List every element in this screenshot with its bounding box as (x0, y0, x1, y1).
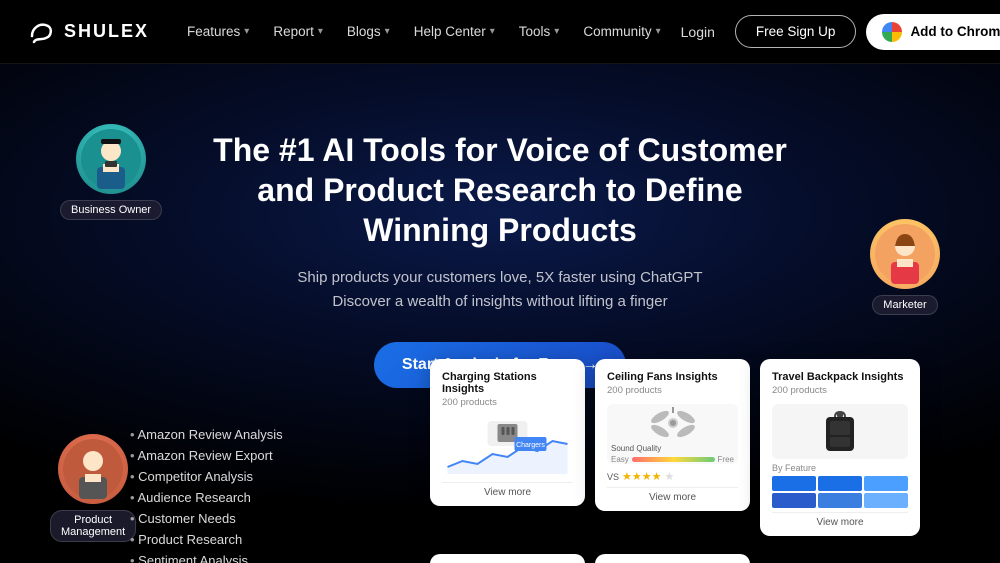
chrome-icon (882, 22, 902, 42)
cards-area: Charging Stations Insights 200 products (430, 359, 920, 536)
feature-list: Amazon Review Analysis Amazon Review Exp… (130, 424, 283, 563)
chevron-down-icon: ▾ (656, 26, 661, 37)
logo-text: SHULEX (64, 21, 149, 42)
list-item: Sentiment Analysis (130, 550, 283, 563)
chevron-down-icon: ▾ (554, 26, 559, 37)
fan-svg (648, 405, 698, 440)
camera-insights-card[interactable]: Camera Insights (595, 554, 750, 563)
logo-icon (24, 16, 56, 48)
hero-section: Business Owner Marketer Product (0, 64, 1000, 563)
list-item: Audience Research (130, 487, 283, 508)
charging-stations-card[interactable]: Charging Stations Insights 200 products (430, 359, 585, 506)
list-item: Amazon Review Export (130, 445, 283, 466)
chevron-down-icon: ▾ (490, 26, 495, 37)
free-signup-button[interactable]: Free Sign Up (735, 15, 857, 48)
nav-right: Login Free Sign Up Add to Chrome (671, 14, 1000, 50)
cards-row2: Baby Bouncer Insights 200 products Camer… (430, 554, 750, 563)
product-mgmt-label: Product Management (50, 510, 136, 542)
marketer-avatar-img (875, 224, 935, 284)
card-products: 200 products (442, 397, 573, 408)
travel-backpack-card[interactable]: Travel Backpack Insights 200 products By… (760, 359, 920, 536)
card-products: 200 products (607, 385, 738, 396)
by-feature-label: By Feature (772, 463, 908, 473)
avatar-marketer: Marketer (870, 219, 940, 315)
marketer-label: Marketer (872, 295, 937, 315)
rating-row: VS ★★★★★ (607, 470, 738, 483)
avatar-product-management: Product Management (50, 434, 136, 542)
list-item: Customer Needs (130, 508, 283, 529)
list-item: Competitor Analysis (130, 466, 283, 487)
hero-subtitle: Ship products your customers love, 5X fa… (40, 266, 960, 314)
svg-text:Chargers: Chargers (516, 442, 545, 449)
nav-item-helpcenter[interactable]: Help Center ▾ (404, 18, 505, 45)
card-title: Charging Stations Insights (442, 371, 573, 395)
card-title: Ceiling Fans Insights (607, 371, 738, 383)
hero-title: The #1 AI Tools for Voice of Customer an… (200, 130, 800, 250)
hero-center: The #1 AI Tools for Voice of Customer an… (40, 100, 960, 388)
list-item: Amazon Review Analysis (130, 424, 283, 445)
avatar-circle (870, 219, 940, 289)
nav-item-community[interactable]: Community ▾ (573, 18, 670, 45)
ceiling-fans-card[interactable]: Ceiling Fans Insights 200 products Sound… (595, 359, 750, 511)
business-owner-label: Business Owner (60, 200, 162, 220)
chevron-down-icon: ▾ (244, 26, 249, 37)
chevron-down-icon: ▾ (385, 26, 390, 37)
avatar-circle (76, 124, 146, 194)
feature-blocks (772, 476, 908, 508)
chart-svg: Chargers (442, 419, 573, 474)
add-chrome-button[interactable]: Add to Chrome (866, 14, 1000, 50)
nav-item-report[interactable]: Report ▾ (263, 18, 333, 45)
nav-item-blogs[interactable]: Blogs ▾ (337, 18, 400, 45)
nav-links: Features ▾ Report ▾ Blogs ▾ Help Center … (177, 18, 671, 45)
card-view-more: View more (607, 487, 738, 503)
list-item: Product Research (130, 529, 283, 550)
card-view-more: View more (442, 482, 573, 498)
nav-item-tools[interactable]: Tools ▾ (509, 18, 570, 45)
quality-section: Sound Quality Easy Free (607, 444, 738, 464)
baby-bouncer-card[interactable]: Baby Bouncer Insights 200 products (430, 554, 585, 563)
ceiling-fan-content: Sound Quality Easy Free (607, 404, 738, 464)
avatar-circle (58, 434, 128, 504)
charging-station-chart: Chargers (442, 416, 573, 476)
card-view-more: View more (772, 512, 908, 528)
navbar: SHULEX Features ▾ Report ▾ Blogs ▾ Help … (0, 0, 1000, 64)
backpack-svg (820, 409, 860, 454)
chevron-down-icon: ▾ (318, 26, 323, 37)
nav-item-features[interactable]: Features ▾ (177, 18, 259, 45)
avatar-business-owner: Business Owner (60, 124, 162, 220)
logo[interactable]: SHULEX (24, 16, 149, 48)
product-mgmt-avatar-img (63, 439, 123, 499)
business-owner-avatar-img (81, 129, 141, 189)
login-link[interactable]: Login (671, 18, 725, 46)
card-title: Travel Backpack Insights (772, 371, 908, 383)
backpack-image (772, 404, 908, 459)
card-products: 200 products (772, 385, 908, 396)
